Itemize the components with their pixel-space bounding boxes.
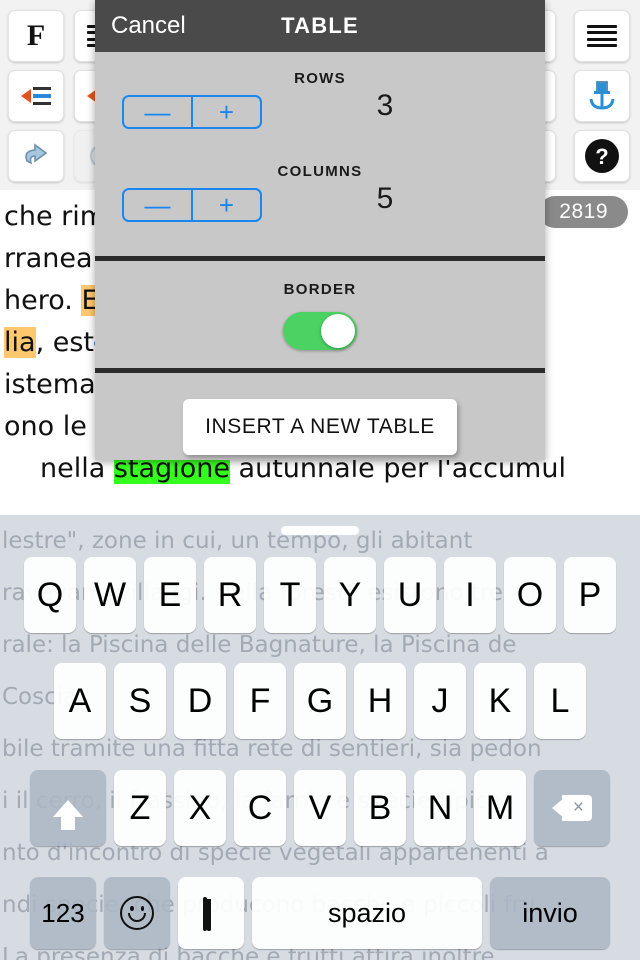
rows-stepper[interactable]: — + (122, 95, 262, 129)
key-k[interactable]: K (474, 663, 526, 739)
key-e[interactable]: E (144, 557, 196, 633)
enter-key[interactable]: invio (490, 877, 610, 949)
border-label: BORDER (283, 281, 357, 298)
rows-label: ROWS (294, 70, 346, 87)
key-s[interactable]: S (114, 663, 166, 739)
key-q[interactable]: Q (24, 557, 76, 633)
key-p[interactable]: P (564, 557, 616, 633)
insert-button-row: INSERT A NEW TABLE (95, 373, 545, 455)
key-x[interactable]: X (174, 770, 226, 846)
emoji-key[interactable] (104, 877, 170, 949)
numeric-key[interactable]: 123 (30, 877, 96, 949)
key-a[interactable]: A (54, 663, 106, 739)
columns-stepper-row: — + 5 (95, 180, 545, 256)
question-mark-icon: ? (585, 139, 619, 173)
rows-stepper-row: — + 3 (95, 87, 545, 163)
key-l[interactable]: L (534, 663, 586, 739)
screen: F ? 2819 che rim rranea hero. E lia, est… (0, 0, 640, 960)
key-g[interactable]: G (294, 663, 346, 739)
key-j[interactable]: J (414, 663, 466, 739)
backspace-icon: × (552, 795, 592, 821)
backspace-key[interactable]: × (534, 770, 610, 846)
rows-decrement-button[interactable]: — (124, 97, 191, 127)
rows-increment-button[interactable]: + (191, 97, 260, 127)
keyboard-row-1: Q W E R T Y U I O P (0, 557, 640, 633)
keyboard-row-2: A S D F G H J K L (0, 663, 640, 739)
columns-label: COLUMNS (277, 163, 363, 180)
toggle-knob (321, 314, 355, 348)
columns-increment-button[interactable]: + (191, 190, 260, 220)
shift-arrow-icon (53, 799, 83, 830)
key-h[interactable]: H (354, 663, 406, 739)
cancel-button[interactable]: Cancel (111, 12, 186, 40)
keyboard-row-4: 123 spazio invio (0, 877, 640, 949)
key-i[interactable]: I (444, 557, 496, 633)
microphone-icon (203, 897, 219, 931)
dialog-header: Cancel TABLE (95, 0, 545, 52)
anchor-button[interactable] (574, 70, 630, 122)
font-button[interactable]: F (8, 10, 64, 62)
indent-button[interactable] (8, 70, 64, 122)
on-screen-keyboard: lestre", zone in cui, un tempo, gli abit… (0, 515, 640, 960)
doc-text-fragment: istema (4, 369, 96, 400)
doc-text-fragment: rranea (4, 243, 93, 274)
doc-text-fragment: che rim (4, 201, 107, 232)
border-toggle-row (95, 298, 545, 350)
insert-new-table-button[interactable]: INSERT A NEW TABLE (183, 399, 457, 455)
key-u[interactable]: U (384, 557, 436, 633)
columns-stepper[interactable]: — + (122, 188, 262, 222)
space-key[interactable]: spazio (252, 877, 482, 949)
undo-button[interactable] (8, 130, 64, 182)
key-o[interactable]: O (504, 557, 556, 633)
doc-highlight-orange: lia (4, 327, 36, 358)
key-r[interactable]: R (204, 557, 256, 633)
key-v[interactable]: V (294, 770, 346, 846)
bold-F-icon: F (26, 19, 46, 52)
dictation-key[interactable] (178, 877, 244, 949)
doc-text-fragment: , est (35, 327, 94, 358)
anchor-icon (589, 81, 615, 110)
key-n[interactable]: N (414, 770, 466, 846)
doc-text-fragment: ono le (4, 411, 87, 442)
justify-lines-icon (587, 25, 617, 47)
indent-lines-icon (21, 87, 51, 105)
key-w[interactable]: W (84, 557, 136, 633)
rows-value: 3 (376, 89, 394, 122)
key-f[interactable]: F (234, 663, 286, 739)
justify-button[interactable] (574, 10, 630, 62)
key-d[interactable]: D (174, 663, 226, 739)
keyboard-grabber-handle[interactable] (281, 526, 359, 535)
keyboard-row-3: Z X C V B N M × (0, 770, 640, 846)
border-toggle[interactable] (283, 312, 357, 350)
svg-text:?: ? (595, 144, 608, 169)
columns-decrement-button[interactable]: — (124, 190, 191, 220)
key-b[interactable]: B (354, 770, 406, 846)
shift-key[interactable] (30, 770, 106, 846)
help-button[interactable]: ? (574, 130, 630, 182)
key-z[interactable]: Z (114, 770, 166, 846)
key-t[interactable]: T (264, 557, 316, 633)
key-c[interactable]: C (234, 770, 286, 846)
smiley-face-icon (120, 896, 154, 930)
key-m[interactable]: M (474, 770, 526, 846)
columns-value: 5 (376, 182, 394, 215)
doc-text-fragment: hero. (4, 285, 82, 316)
table-dialog: Cancel TABLE ROWS — + 3 COLUMNS — + 5 BO… (95, 0, 545, 460)
undo-arrow-icon (25, 143, 48, 165)
key-y[interactable]: Y (324, 557, 376, 633)
